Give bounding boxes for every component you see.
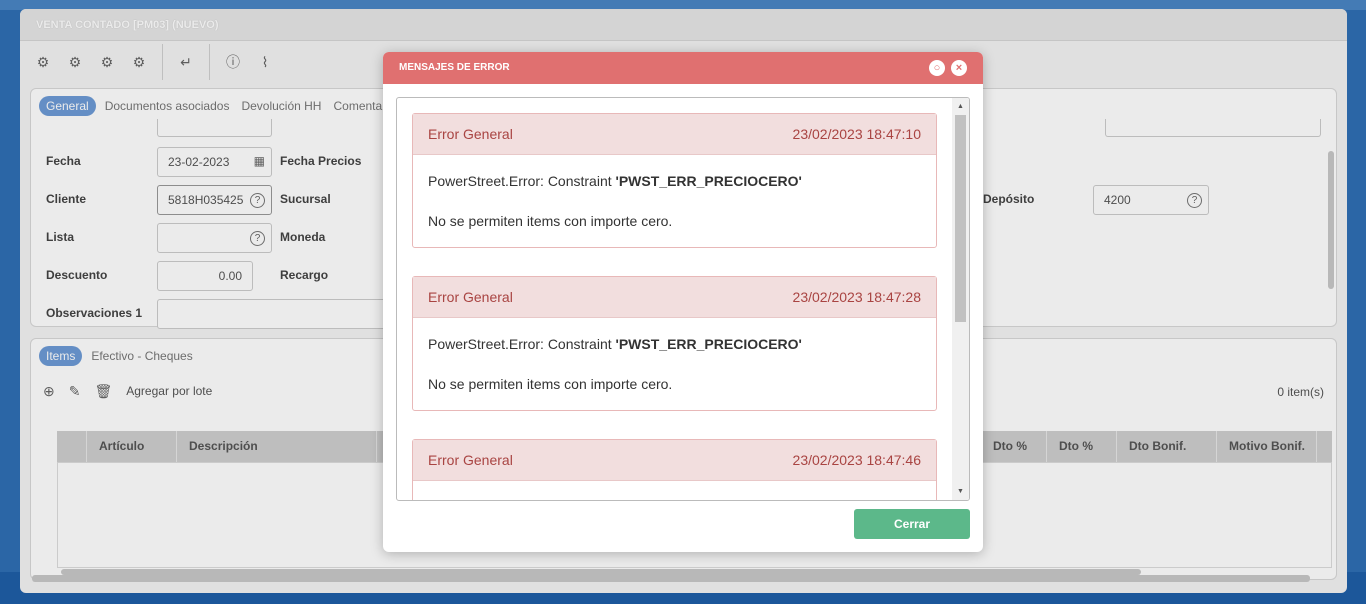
message-body: PowerStreet.Error: Constraint 'PWST_ERR_… <box>413 318 936 410</box>
error-message: Error General 23/02/2023 18:47:28 PowerS… <box>412 276 937 411</box>
message-time: 23/02/2023 18:47:10 <box>792 126 921 142</box>
scroll-up-icon[interactable]: ▲ <box>952 98 969 115</box>
error-message: Error General 23/02/2023 18:47:46 <box>412 439 937 500</box>
message-detail: No se permiten items con importe cero. <box>428 213 673 229</box>
message-header: Error General 23/02/2023 18:47:46 <box>413 440 936 481</box>
error-message: Error General 23/02/2023 18:47:10 PowerS… <box>412 113 937 248</box>
cerrar-button[interactable]: Cerrar <box>854 509 970 539</box>
message-header: Error General 23/02/2023 18:47:10 <box>413 114 936 155</box>
message-detail: No se permiten items con importe cero. <box>428 376 673 392</box>
dialog-header: MENSAJES DE ERROR ○ × <box>383 52 983 84</box>
message-code: 'PWST_ERR_PRECIOCERO' <box>615 336 802 352</box>
message-code: 'PWST_ERR_PRECIOCERO' <box>615 173 802 189</box>
scroll-down-icon[interactable]: ▼ <box>952 483 969 500</box>
message-type: Error General <box>428 289 513 305</box>
message-list: Error General 23/02/2023 18:47:10 PowerS… <box>396 97 970 501</box>
message-time: 23/02/2023 18:47:46 <box>792 452 921 468</box>
message-type: Error General <box>428 452 513 468</box>
message-time: 23/02/2023 18:47:28 <box>792 289 921 305</box>
scroll-thumb[interactable] <box>955 115 966 322</box>
message-type: Error General <box>428 126 513 142</box>
dialog-title: MENSAJES DE ERROR <box>399 62 510 73</box>
message-header: Error General 23/02/2023 18:47:28 <box>413 277 936 318</box>
error-dialog: MENSAJES DE ERROR ○ × Error General 23/0… <box>383 52 983 552</box>
message-prefix: PowerStreet.Error: Constraint <box>428 173 616 189</box>
minimize-icon[interactable]: ○ <box>929 60 945 76</box>
close-icon[interactable]: × <box>951 60 967 76</box>
message-prefix: PowerStreet.Error: Constraint <box>428 336 616 352</box>
message-scrollbar[interactable]: ▲ ▼ <box>952 98 969 500</box>
message-body: PowerStreet.Error: Constraint 'PWST_ERR_… <box>413 155 936 247</box>
